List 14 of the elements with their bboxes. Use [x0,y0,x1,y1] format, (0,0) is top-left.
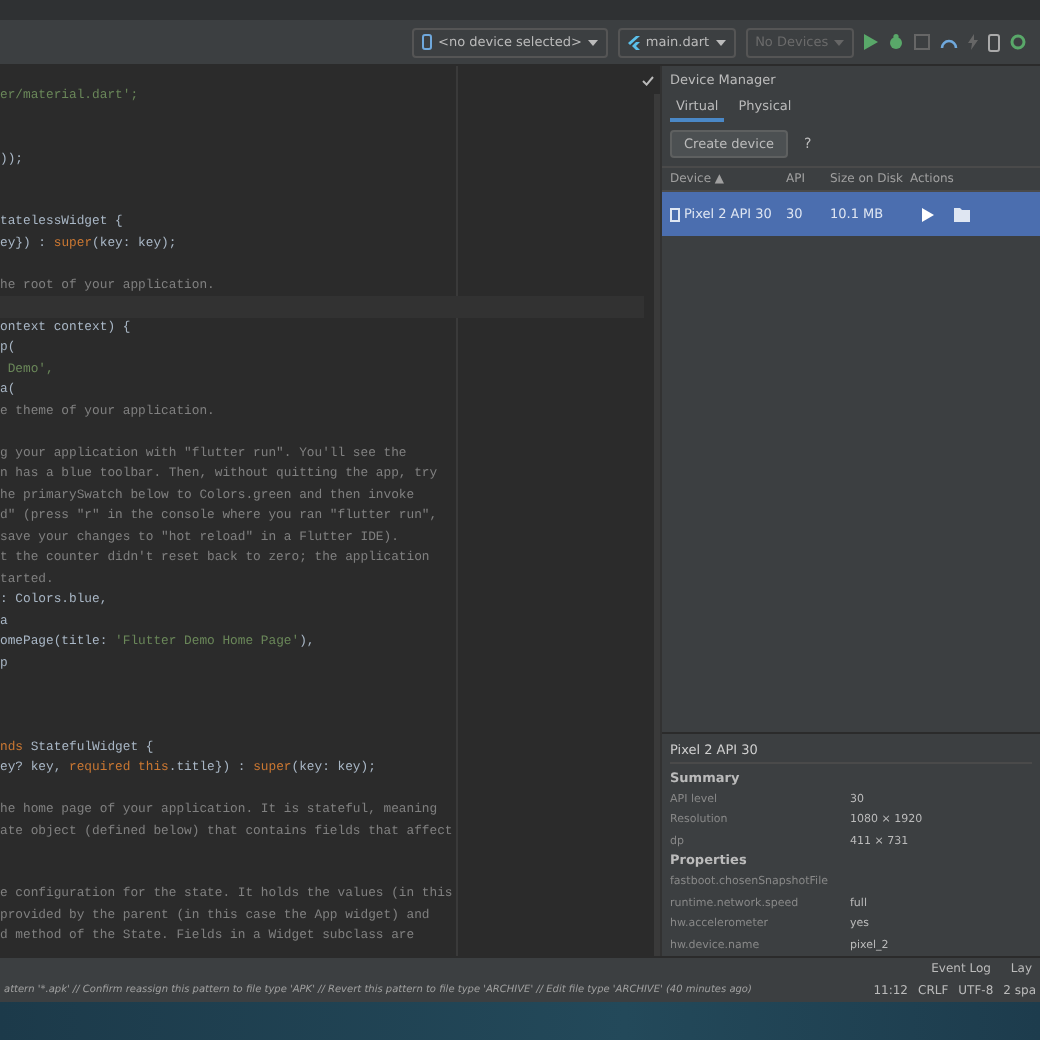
caret-icon [715,39,726,45]
caret-icon [834,39,845,45]
folder-icon[interactable] [954,207,970,221]
gauge-icon[interactable] [940,36,959,48]
play-icon[interactable] [922,207,934,221]
run-icon[interactable] [864,34,879,50]
sync-icon[interactable] [1010,34,1027,50]
debug-icon[interactable] [888,34,905,50]
phone-icon [422,34,432,50]
check-icon [642,76,654,86]
device-icon[interactable] [988,33,1001,51]
caret-icon [587,39,598,45]
phone-icon [670,207,680,221]
flutter-icon [627,35,640,49]
